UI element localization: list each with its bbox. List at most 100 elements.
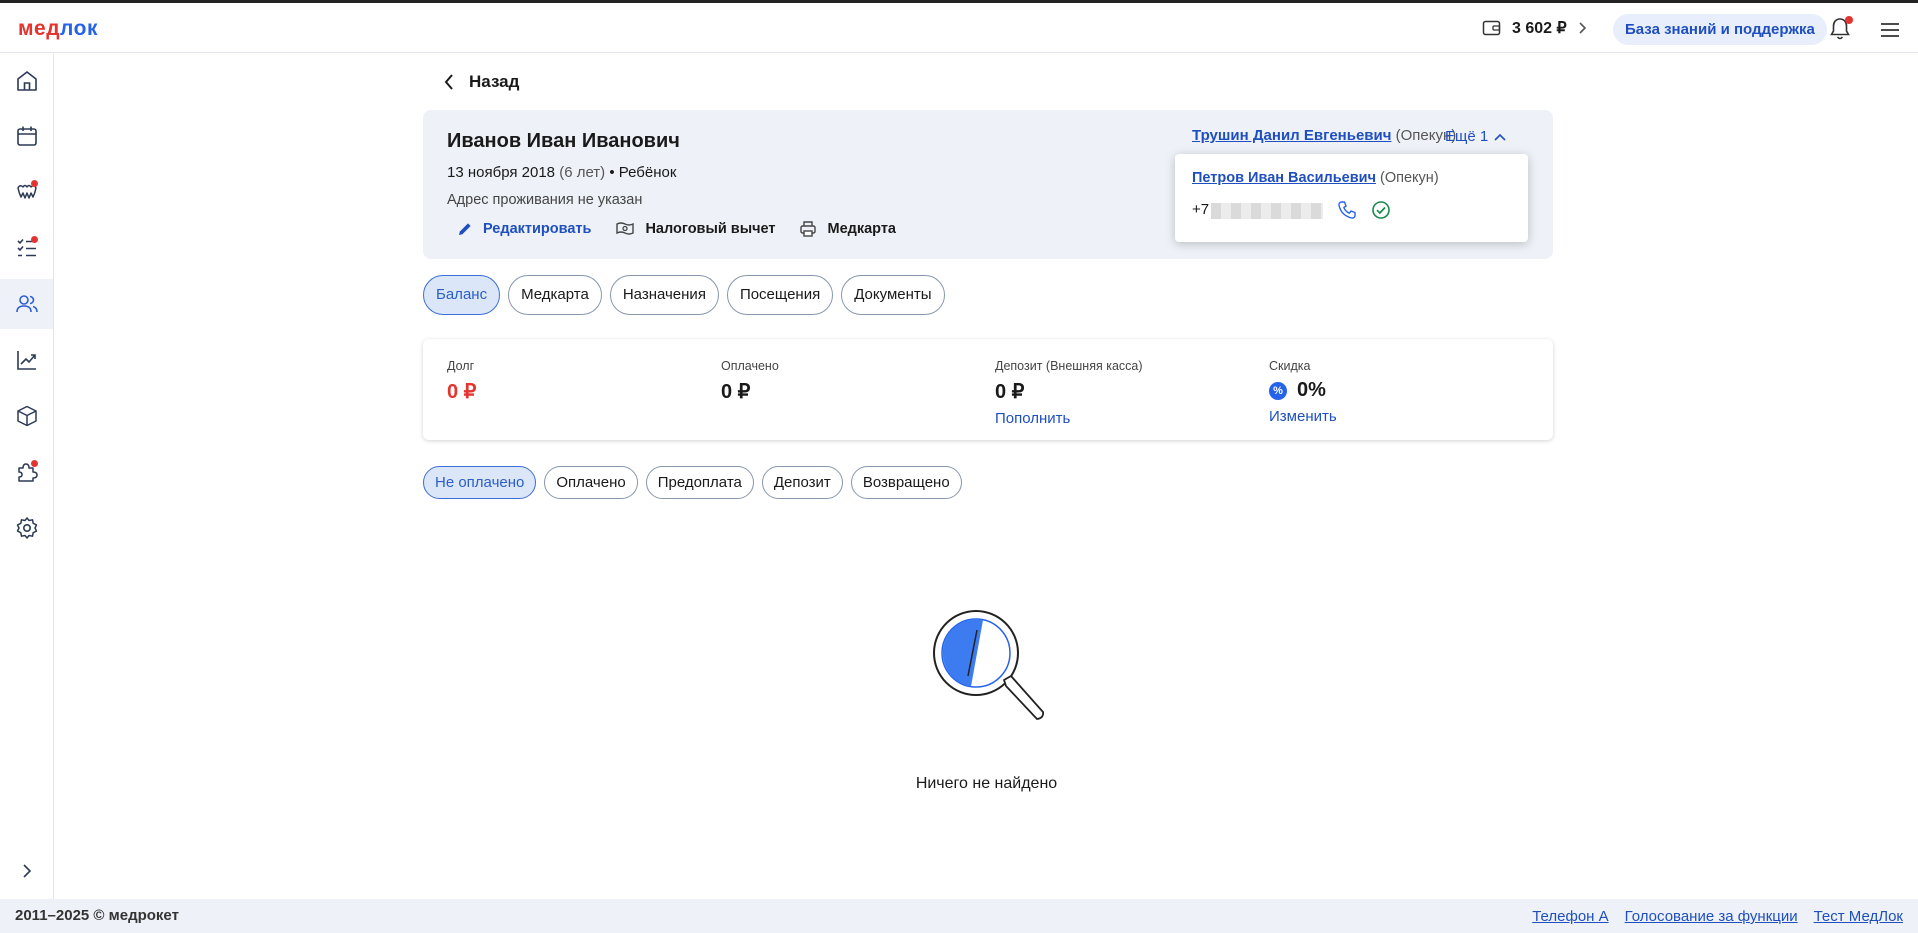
chevron-right-icon [23, 864, 32, 878]
printer-icon [800, 221, 817, 237]
payment-filters: Не оплачено Оплачено Предоплата Депозит … [423, 466, 962, 499]
paid-stat: Оплачено 0 ₽ [721, 359, 779, 404]
footer-link-test[interactable]: Тест МедЛок [1814, 908, 1903, 925]
footer-link-voting[interactable]: Голосование за функции [1625, 908, 1798, 925]
sidebar-item-calendar[interactable] [0, 111, 53, 161]
sidebar-item-home[interactable] [0, 56, 53, 106]
discount-row: % 0% [1269, 379, 1337, 402]
chevron-right-icon [1579, 22, 1586, 34]
guardian-2-phone-row: +7 [1192, 200, 1391, 220]
paid-label: Оплачено [721, 359, 779, 373]
calendar-icon [16, 126, 37, 146]
home-icon [16, 71, 37, 91]
print-medcard-button[interactable]: Медкарта [799, 220, 896, 238]
guardian-1-link[interactable]: Трушин Данил Евгеньевич [1192, 127, 1391, 144]
sidebar-item-integrations[interactable] [0, 447, 53, 497]
phone-icon[interactable] [1337, 200, 1357, 220]
deposit-stat: Депозит (Внешняя касса) 0 ₽ Пополнить [995, 359, 1143, 427]
deposit-label: Депозит (Внешняя касса) [995, 359, 1143, 373]
logo-text-part1: мед [18, 17, 61, 40]
back-link[interactable]: Назад [443, 72, 519, 92]
more-guardians-label: Ещё 1 [1445, 128, 1489, 145]
sidebar-expand-button[interactable] [17, 861, 37, 886]
knowledge-base-button[interactable]: База знаний и поддержка [1613, 14, 1827, 45]
chevron-up-icon [1494, 133, 1506, 141]
copyright: 2011–2025 © медрокет [15, 907, 179, 924]
paid-value: 0 ₽ [721, 381, 751, 403]
guardian-2-link[interactable]: Петров Иван Васильевич [1192, 170, 1376, 186]
money-icon [616, 222, 635, 235]
top-bar: медлок 3 602 ₽ База знаний и поддержка [0, 3, 1918, 53]
tax-deduction-label: Налоговый вычет [645, 221, 776, 237]
edit-button[interactable]: Редактировать [457, 220, 591, 238]
discount-value: 0% [1297, 379, 1326, 401]
tasks-badge [31, 236, 38, 243]
pencil-icon [459, 223, 471, 235]
footer: 2011–2025 © медрокет Телефон А Голосован… [0, 899, 1918, 933]
balance-widget[interactable]: 3 602 ₽ [1482, 18, 1587, 38]
tab-balance[interactable]: Баланс [423, 275, 501, 315]
menu-button[interactable] [1880, 22, 1900, 43]
deposit-value: 0 ₽ [995, 381, 1025, 403]
discount-stat: Скидка % 0% Изменить [1269, 359, 1337, 425]
debt-stat: Долг 0 ₽ [447, 359, 476, 404]
filter-paid[interactable]: Оплачено [544, 466, 638, 499]
chevron-left-icon [444, 74, 453, 90]
more-guardians-toggle[interactable]: Ещё 1 [1445, 128, 1506, 145]
balance-summary: Долг 0 ₽ Оплачено 0 ₽ Депозит (Внешняя к… [423, 339, 1553, 440]
patient-age: (6 лет) [559, 164, 606, 181]
change-discount-link[interactable]: Изменить [1269, 408, 1337, 425]
tax-deduction-button[interactable]: Налоговый вычет [615, 220, 775, 238]
trend-chart-icon [16, 351, 36, 370]
wallet-icon [1482, 20, 1501, 36]
print-medcard-label: Медкарта [827, 221, 896, 237]
check-circle-icon [1372, 201, 1390, 219]
edit-label: Редактировать [483, 221, 592, 237]
filter-refunded[interactable]: Возвращено [850, 466, 962, 499]
guardian-2: Петров Иван Васильевич (Опекун) [1192, 170, 1439, 186]
patient-tabs: Баланс Медкарта Назначения Посещения Док… [423, 275, 945, 315]
tab-visits[interactable]: Посещения [726, 275, 834, 315]
integrations-badge [31, 460, 38, 467]
patient-info: 13 ноября 2018 (6 лет) • Ребёнок [447, 164, 676, 181]
logo-text-part2: лок [60, 17, 98, 40]
footer-link-phone[interactable]: Телефон А [1532, 908, 1608, 925]
hamburger-icon [1881, 23, 1899, 37]
sidebar-item-analytics[interactable] [0, 335, 53, 385]
filter-prepayment[interactable]: Предоплата [645, 466, 754, 499]
patient-actions: Редактировать Налоговый вычет Медкарта [457, 220, 896, 238]
logo[interactable]: медлок [18, 17, 98, 41]
filter-unpaid[interactable]: Не оплачено [423, 466, 537, 499]
phone-number: +7 [1192, 201, 1324, 219]
tab-medcard[interactable]: Медкарта [508, 275, 602, 315]
guardians-popup: Петров Иван Васильевич (Опекун) +7 [1175, 154, 1528, 242]
sidebar-item-tasks[interactable] [0, 223, 53, 273]
dental-badge [31, 180, 38, 187]
phone-prefix: +7 [1192, 201, 1210, 219]
notifications-button[interactable] [1829, 16, 1853, 46]
top-up-link[interactable]: Пополнить [995, 410, 1143, 427]
filter-deposit[interactable]: Депозит [761, 466, 843, 499]
patient-role: • Ребёнок [609, 164, 677, 181]
sidebar-item-patients[interactable] [0, 279, 53, 329]
footer-links: Телефон А Голосование за функции Тест Ме… [1532, 908, 1903, 925]
debt-label: Долг [447, 359, 475, 373]
box-icon [16, 405, 37, 427]
sidebar-item-dental[interactable] [0, 167, 53, 217]
patient-address: Адрес проживания не указан [447, 192, 643, 208]
sidebar [0, 54, 54, 899]
sidebar-item-settings[interactable] [0, 503, 53, 553]
birth-date: 13 ноября 2018 [447, 164, 556, 181]
tab-appointments[interactable]: Назначения [609, 275, 719, 315]
tab-documents[interactable]: Документы [841, 275, 945, 315]
percent-icon: % [1269, 381, 1287, 400]
balance-amount: 3 602 ₽ [1512, 20, 1567, 37]
users-icon [15, 295, 38, 313]
sidebar-item-warehouse[interactable] [0, 391, 53, 441]
debt-value: 0 ₽ [447, 381, 477, 403]
guardian-1: Трушин Данил Евгеньевич (Опекун) [1192, 127, 1456, 144]
magnifier-illustration-icon [927, 604, 1047, 739]
main-content: Назад Иванов Иван Иванович 13 ноября 201… [55, 54, 1918, 899]
gear-icon [16, 517, 37, 539]
empty-state-text: Ничего не найдено [915, 775, 1058, 792]
